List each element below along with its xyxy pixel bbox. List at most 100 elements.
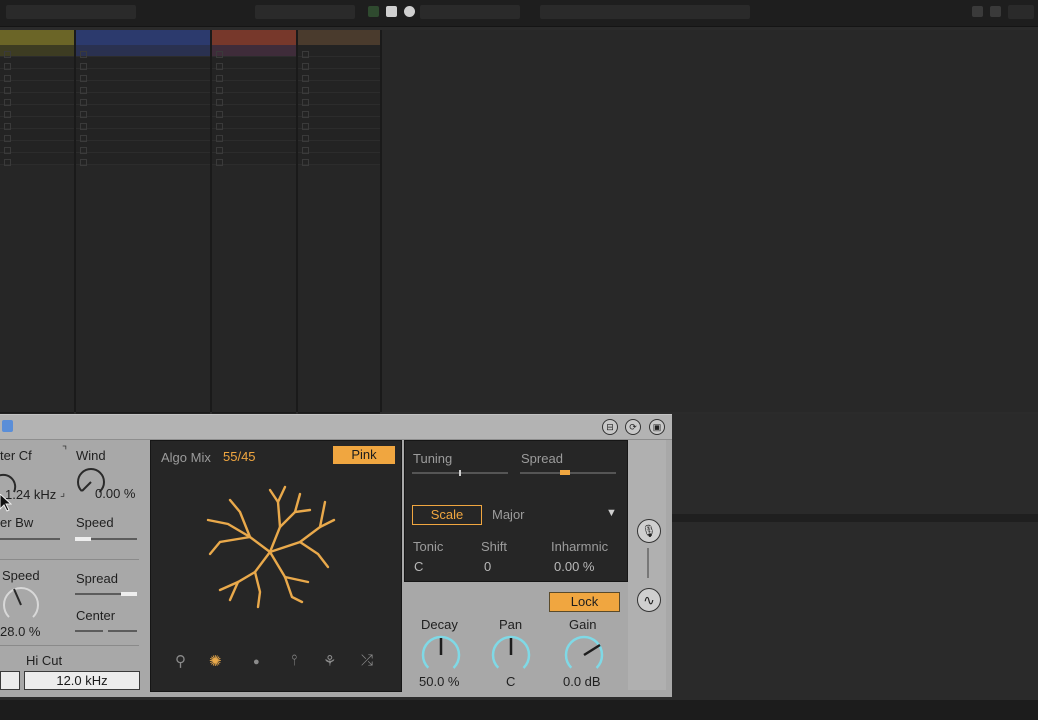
branch-icon[interactable]: ⚘ xyxy=(323,652,336,670)
keyboard-icon[interactable] xyxy=(990,6,1001,17)
clip-slot[interactable] xyxy=(298,129,380,142)
tree-icon[interactable]: ⚲ xyxy=(175,652,186,670)
track-header[interactable] xyxy=(0,30,74,45)
wind-value[interactable]: 0.00 % xyxy=(95,486,135,501)
spread-tuning-slider[interactable] xyxy=(520,470,616,475)
clip-slot[interactable] xyxy=(212,69,296,82)
drop-zone[interactable] xyxy=(382,30,1038,412)
clip-slot[interactable] xyxy=(76,69,210,82)
device-save-button[interactable]: ▣ xyxy=(649,419,665,435)
clip-slot[interactable] xyxy=(212,105,296,118)
device-macro-button[interactable]: ⊟ xyxy=(602,419,618,435)
noise-color-button[interactable]: Pink xyxy=(333,446,395,464)
burst-icon[interactable]: ✺ xyxy=(209,652,222,670)
clip-slot[interactable] xyxy=(76,93,210,106)
device-title-bar[interactable]: ⊟ ⟳ ▣ xyxy=(0,415,672,440)
tonic-value[interactable]: C xyxy=(414,559,423,574)
center-slider-right[interactable] xyxy=(108,630,137,632)
clip-slot[interactable] xyxy=(0,45,74,58)
decay-value[interactable]: 50.0 % xyxy=(419,674,459,689)
speed2-value[interactable]: 28.0 % xyxy=(0,624,40,639)
clip-slot[interactable] xyxy=(0,81,74,94)
panel-divider[interactable] xyxy=(672,514,1038,522)
clip-slot[interactable] xyxy=(212,141,296,154)
clip-slot[interactable] xyxy=(212,81,296,94)
locut-field[interactable] xyxy=(0,671,20,690)
sine-wave-icon[interactable]: ∿ xyxy=(637,588,661,612)
clip-slot[interactable] xyxy=(76,129,210,142)
algo-mix-value[interactable]: 55/45 xyxy=(223,449,256,464)
clip-slot[interactable] xyxy=(76,105,210,118)
gain-value[interactable]: 0.0 dB xyxy=(563,674,601,689)
speed-slider[interactable] xyxy=(75,537,137,541)
device-refresh-button[interactable]: ⟳ xyxy=(625,419,641,435)
clip-slot[interactable] xyxy=(298,141,380,154)
clip-slot[interactable] xyxy=(0,141,74,154)
spread-slider[interactable] xyxy=(75,592,137,596)
clip-slot[interactable] xyxy=(298,45,380,58)
chevron-down-icon[interactable]: ▼ xyxy=(606,507,617,519)
scale-button[interactable]: Scale xyxy=(412,505,482,525)
filter-cf-value[interactable]: 1.24 kHz xyxy=(5,487,56,502)
speed2-knob[interactable] xyxy=(1,585,43,627)
detail-panel-empty[interactable] xyxy=(672,414,1038,704)
clip-slot[interactable] xyxy=(298,81,380,94)
record-icon[interactable] xyxy=(404,6,415,17)
scale-dropdown[interactable]: Major xyxy=(492,507,525,522)
toolbar-mid-group[interactable] xyxy=(420,5,520,19)
clip-slot[interactable] xyxy=(76,81,210,94)
clip-slot[interactable] xyxy=(298,69,380,82)
clip-slot[interactable] xyxy=(212,129,296,142)
clip-slot[interactable] xyxy=(212,45,296,58)
inharmonic-value[interactable]: 0.00 % xyxy=(554,559,594,574)
clip-slot[interactable] xyxy=(212,153,296,166)
track-header[interactable] xyxy=(298,30,380,45)
clip-slot[interactable] xyxy=(0,153,74,166)
clip-slot[interactable] xyxy=(298,153,380,166)
clip-slot[interactable] xyxy=(0,117,74,130)
play-icon[interactable] xyxy=(368,6,379,17)
pan-knob[interactable] xyxy=(489,633,533,677)
center-slider-left[interactable] xyxy=(75,630,103,632)
clip-slot[interactable] xyxy=(298,57,380,70)
shift-value[interactable]: 0 xyxy=(484,559,491,574)
toolbar-right-group[interactable] xyxy=(1008,5,1034,19)
decay-knob[interactable] xyxy=(419,633,463,677)
clip-slot[interactable] xyxy=(76,141,210,154)
clip-slot[interactable] xyxy=(0,93,74,106)
track-header[interactable] xyxy=(212,30,296,45)
clip-slot[interactable] xyxy=(76,153,210,166)
lock-button[interactable]: Lock xyxy=(549,592,620,612)
clip-slot[interactable] xyxy=(298,93,380,106)
stop-icon[interactable] xyxy=(386,6,397,17)
clip-slot[interactable] xyxy=(0,69,74,82)
clip-slot[interactable] xyxy=(76,57,210,70)
track-2[interactable] xyxy=(76,30,212,441)
clip-slot[interactable] xyxy=(0,57,74,70)
track-header[interactable] xyxy=(76,30,210,45)
track-1[interactable] xyxy=(0,30,76,441)
tuning-slider[interactable] xyxy=(412,470,508,476)
toolbar-transport-group[interactable] xyxy=(255,5,355,19)
pin-icon[interactable]: ⫯ xyxy=(291,652,298,669)
toolbar-position-group[interactable] xyxy=(540,5,750,19)
dot-icon[interactable]: ● xyxy=(253,656,260,668)
shuffle-icon[interactable]: ⤮ xyxy=(361,652,373,669)
toolbar-left-group[interactable] xyxy=(6,5,136,19)
device-power-icon[interactable] xyxy=(2,420,13,432)
pan-value[interactable]: C xyxy=(506,674,515,689)
track-3[interactable] xyxy=(212,30,298,441)
clip-slot[interactable] xyxy=(0,129,74,142)
clip-slot[interactable] xyxy=(298,117,380,130)
clip-slot[interactable] xyxy=(212,117,296,130)
track-4[interactable] xyxy=(298,30,382,441)
clip-slot[interactable] xyxy=(298,105,380,118)
clip-slot[interactable] xyxy=(76,45,210,58)
clip-slot[interactable] xyxy=(212,57,296,70)
microphone-icon[interactable]: 🎙 xyxy=(637,519,661,543)
branch-visualizer[interactable] xyxy=(200,482,340,612)
clip-slot[interactable] xyxy=(0,105,74,118)
hicut-field[interactable]: 12.0 kHz xyxy=(24,671,140,690)
clip-slot[interactable] xyxy=(76,117,210,130)
clip-slot[interactable] xyxy=(212,93,296,106)
